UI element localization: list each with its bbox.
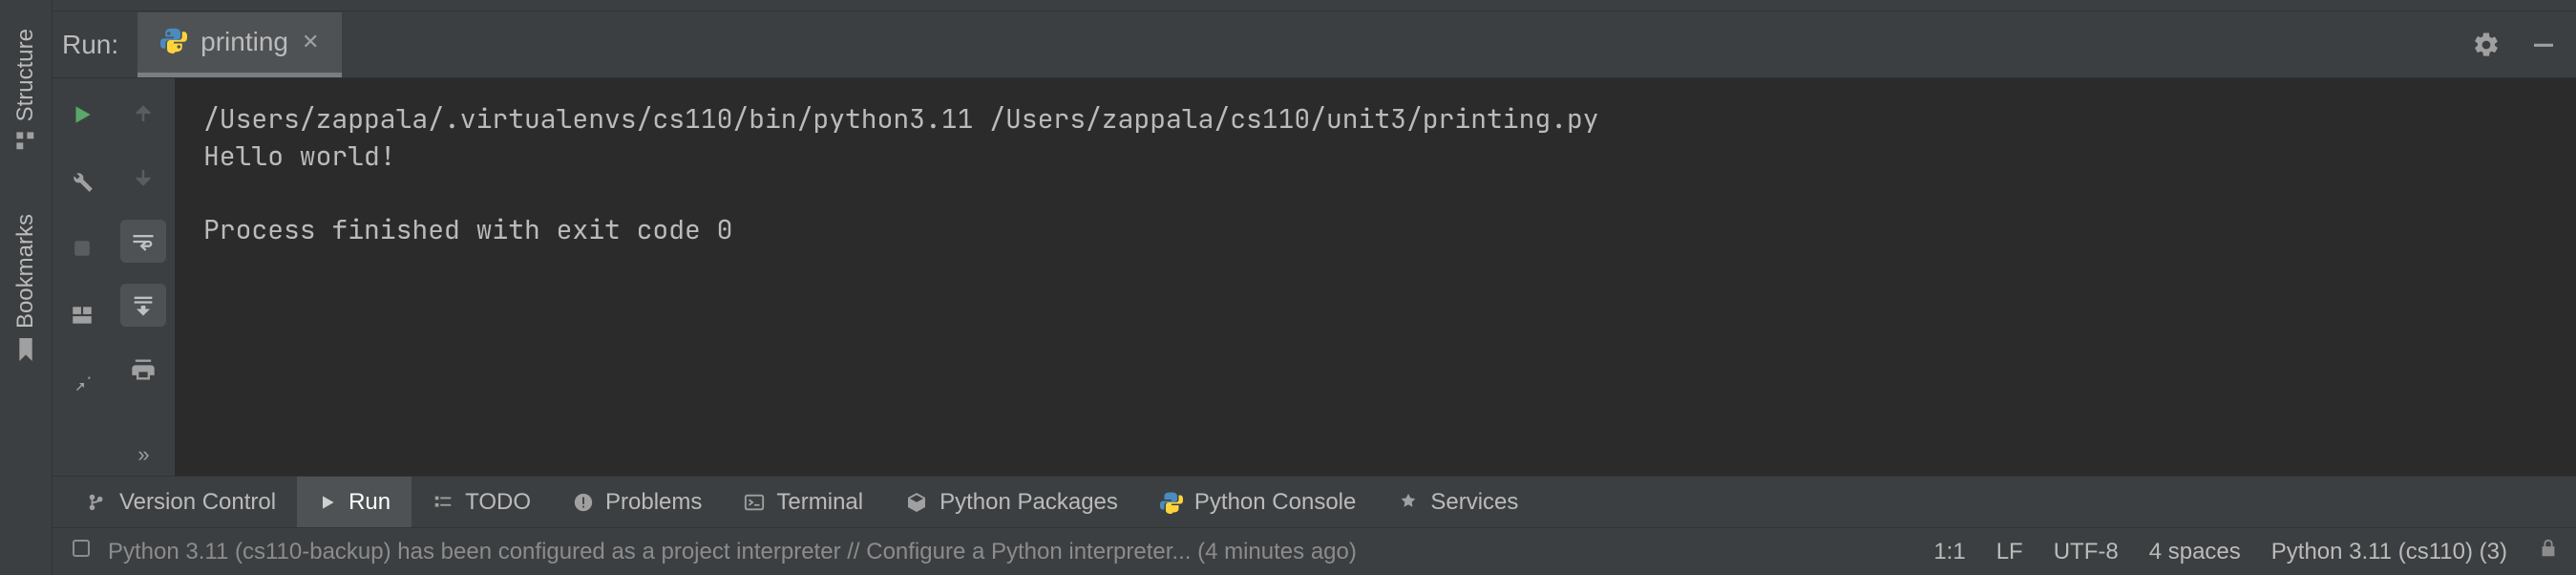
caret-position[interactable]: 1:1 [1933, 539, 1965, 565]
settings-button[interactable] [2461, 20, 2511, 70]
tab-label: Problems [605, 489, 702, 516]
services-icon [1398, 492, 1419, 513]
soft-wrap-button[interactable] [120, 220, 166, 263]
structure-icon [15, 131, 36, 157]
status-bar: Python 3.11 (cs110-backup) has been conf… [53, 527, 2576, 575]
tab-label: Run [348, 489, 391, 516]
tab-python-packages[interactable]: Python Packages [884, 477, 1139, 527]
todo-icon [433, 492, 454, 513]
run-config-name: printing [201, 27, 288, 57]
console-output[interactable]: /Users/zappala/.virtualenvs/cs110/bin/py… [175, 78, 2576, 476]
main-area: Run: printing ✕ [53, 0, 2576, 575]
terminal-icon [744, 492, 765, 513]
tab-todo[interactable]: TODO [412, 477, 552, 527]
configure-button[interactable] [59, 159, 105, 204]
lock-icon[interactable] [2538, 538, 2559, 565]
bottom-tool-tabs: Version Control Run TODO Problems Termin [53, 476, 2576, 527]
layout-button[interactable] [59, 292, 105, 338]
run-actions-col-2: » [112, 78, 175, 476]
tab-services[interactable]: Services [1377, 477, 1539, 527]
tab-problems[interactable]: Problems [552, 477, 723, 527]
line-separator[interactable]: LF [1996, 539, 2023, 565]
structure-label: Structure [12, 29, 39, 121]
run-config-tab[interactable]: printing ✕ [137, 12, 342, 77]
tab-label: TODO [465, 489, 531, 516]
tab-terminal[interactable]: Terminal [723, 477, 884, 527]
status-message[interactable]: Python 3.11 (cs110-backup) has been conf… [108, 539, 1357, 565]
notifications-icon[interactable] [70, 537, 93, 566]
warning-icon [573, 492, 594, 513]
run-tool-header: Run: printing ✕ [53, 11, 2576, 78]
pin-button[interactable] [59, 359, 105, 405]
bookmark-icon [16, 338, 35, 366]
rail-structure[interactable]: Structure [12, 29, 39, 121]
bookmarks-label: Bookmarks [12, 214, 39, 329]
run-tool-body: » /Users/zappala/.virtualenvs/cs110/bin/… [53, 78, 2576, 476]
tab-label: Version Control [119, 489, 276, 516]
print-button[interactable] [120, 348, 166, 391]
interpreter-info[interactable]: Python 3.11 (cs110) (3) [2271, 539, 2507, 565]
close-tab-button[interactable]: ✕ [302, 30, 319, 54]
python-icon [1160, 491, 1183, 514]
minimize-button[interactable] [2519, 20, 2568, 70]
console-line: Process finished with exit code 0 [203, 212, 732, 247]
packages-icon [905, 491, 928, 514]
down-button[interactable] [120, 156, 166, 199]
top-strip [53, 0, 2576, 11]
stop-button[interactable] [59, 225, 105, 271]
python-file-icon [160, 27, 187, 58]
indent-info[interactable]: 4 spaces [2149, 539, 2241, 565]
tab-python-console[interactable]: Python Console [1139, 477, 1377, 527]
left-tool-rail: Structure Bookmarks [0, 0, 53, 575]
branch-icon [87, 492, 108, 513]
console-line: Hello world! [203, 138, 396, 174]
more-actions-button[interactable]: » [120, 433, 166, 476]
run-label: Run: [53, 30, 137, 60]
tab-label: Python Console [1194, 489, 1356, 516]
scroll-to-end-button[interactable] [120, 284, 166, 327]
play-icon [318, 493, 337, 512]
rerun-button[interactable] [59, 92, 105, 138]
encoding[interactable]: UTF-8 [2054, 539, 2119, 565]
tab-label: Services [1430, 489, 1518, 516]
tab-label: Terminal [776, 489, 863, 516]
run-actions-col-1 [53, 78, 112, 476]
tab-run[interactable]: Run [297, 477, 412, 527]
tab-label: Python Packages [940, 489, 1118, 516]
tab-version-control[interactable]: Version Control [66, 477, 297, 527]
console-line: /Users/zappala/.virtualenvs/cs110/bin/py… [203, 101, 1599, 137]
rail-bookmarks[interactable]: Bookmarks [12, 214, 39, 329]
up-button[interactable] [120, 92, 166, 135]
